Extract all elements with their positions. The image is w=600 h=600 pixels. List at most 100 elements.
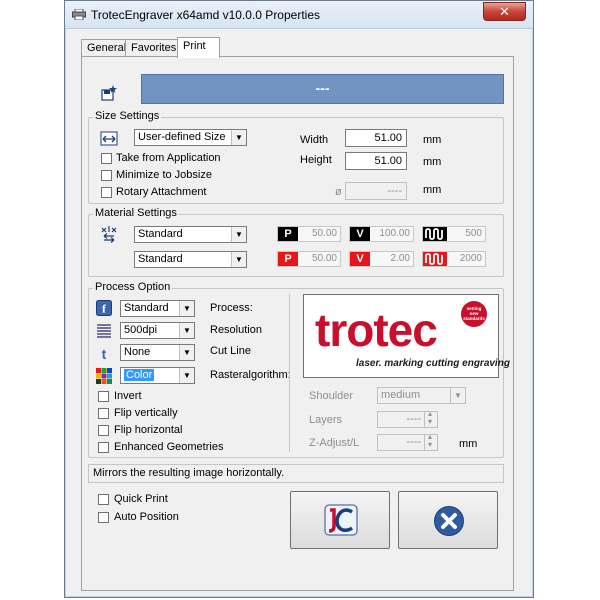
- cut-power-value: 50.00: [311, 253, 337, 264]
- spin-arrows-icon[interactable]: [424, 432, 437, 450]
- height-input[interactable]: 51.00: [345, 152, 407, 170]
- chevron-down-icon: ▼: [179, 323, 194, 338]
- material-select-1[interactable]: Standard ▼: [134, 226, 247, 243]
- cut-frequency-value: 2000: [459, 253, 482, 264]
- quick-print-label: Quick Print: [114, 493, 168, 505]
- engrave-speed-field[interactable]: V 100.00: [349, 226, 414, 242]
- raster-algorithm-value: Color: [124, 369, 155, 381]
- quick-print-checkbox[interactable]: [98, 494, 109, 505]
- invert-checkbox[interactable]: [98, 391, 109, 402]
- enhanced-geometries-checkbox[interactable]: [98, 442, 109, 453]
- minimize-to-jobsize-label: Minimize to Jobsize: [116, 169, 212, 181]
- auto-position-checkbox[interactable]: [98, 512, 109, 523]
- width-input[interactable]: 51.00: [345, 129, 407, 147]
- engrave-power-value: 50.00: [311, 228, 337, 239]
- cut-line-label: Cut Line: [210, 345, 251, 357]
- print-to-jobcontrol-button[interactable]: [290, 491, 390, 549]
- height-unit: mm: [423, 156, 442, 168]
- engrave-power-field[interactable]: P 50.00: [277, 226, 341, 242]
- material-select-1-value: Standard: [138, 228, 183, 240]
- chevron-down-icon: ▼: [231, 252, 246, 267]
- flip-vertically-checkbox[interactable]: [98, 408, 109, 419]
- take-from-application-checkbox[interactable]: [101, 153, 112, 164]
- cut-line-icon: t: [102, 346, 107, 361]
- close-button[interactable]: ✕: [483, 2, 526, 21]
- process-select[interactable]: Standard ▼: [120, 300, 195, 317]
- diameter-input[interactable]: ----: [345, 182, 407, 200]
- cut-power-badge: P: [278, 252, 298, 266]
- height-label: Height: [300, 154, 332, 166]
- logo-seal-text: setting new standards: [463, 306, 485, 321]
- jobcontrol-icon: [324, 504, 358, 536]
- cut-speed-field[interactable]: V 2.00: [349, 251, 414, 267]
- trotec-logo: trotec laser. marking cutting engraving …: [303, 294, 510, 378]
- tab-print[interactable]: Print: [177, 37, 220, 58]
- process-label: Process:: [210, 302, 253, 314]
- cut-speed-badge: V: [350, 252, 370, 266]
- job-add-icon[interactable]: [100, 84, 118, 102]
- window-title: TrotecEngraver x64amd v10.0.0 Properties: [91, 8, 321, 22]
- rotary-attachment-checkbox[interactable]: [101, 187, 112, 198]
- chevron-down-icon: ▼: [179, 301, 194, 316]
- resize-icon: [100, 131, 118, 146]
- take-from-application-label: Take from Application: [116, 152, 221, 164]
- flip-horizontal-checkbox[interactable]: [98, 425, 109, 436]
- cut-power-field[interactable]: P 50.00: [277, 251, 341, 267]
- layers-label: Layers: [309, 414, 343, 426]
- resolution-select-value: 500dpi: [124, 324, 158, 336]
- raster-algorithm-label: Rasteralgorithm:: [210, 369, 291, 381]
- chevron-down-icon: ▼: [450, 388, 465, 403]
- cancel-x-icon: [434, 506, 464, 536]
- status-help-text: Mirrors the resulting image horizontally…: [88, 464, 504, 483]
- frequency-wave-icon: [423, 252, 447, 266]
- job-name-banner: ---: [141, 74, 504, 104]
- logo-tagline: laser. marking cutting engraving: [356, 358, 510, 369]
- process-info-icon: f: [96, 300, 112, 316]
- zadjust-value: ----: [406, 436, 421, 448]
- chevron-down-icon: ▼: [231, 130, 246, 145]
- size-settings-title: Size Settings: [93, 110, 162, 122]
- logo-brand: trotec: [315, 304, 438, 356]
- process-select-value: Standard: [124, 302, 169, 314]
- color-grid-icon: [96, 368, 112, 384]
- spin-arrows-icon[interactable]: [424, 409, 437, 427]
- cancel-button[interactable]: [398, 491, 498, 549]
- shoulder-label: Shoulder: [309, 390, 354, 402]
- flip-horizontal-label: Flip horizontal: [114, 424, 183, 436]
- minimize-to-jobsize-checkbox[interactable]: [101, 170, 112, 181]
- material-select-2[interactable]: Standard ▼: [134, 251, 247, 268]
- material-settings-title: Material Settings: [93, 207, 179, 219]
- engrave-frequency-field[interactable]: 500: [422, 226, 486, 242]
- resolution-lines-icon: [97, 324, 111, 338]
- material-database-icon[interactable]: [100, 225, 118, 243]
- size-preset-value: User-defined Size: [138, 131, 226, 143]
- resolution-select[interactable]: 500dpi ▼: [120, 322, 195, 339]
- layers-stepper[interactable]: ----: [377, 409, 438, 428]
- size-preset-select[interactable]: User-defined Size ▼: [134, 129, 247, 146]
- title-bar[interactable]: TrotecEngraver x64amd v10.0.0 Properties…: [65, 1, 533, 29]
- engrave-power-badge: P: [278, 227, 298, 241]
- flip-vertically-label: Flip vertically: [114, 407, 178, 419]
- diameter-symbol: ø: [335, 186, 342, 198]
- shoulder-select-value: medium: [381, 389, 421, 401]
- cut-speed-value: 2.00: [390, 253, 410, 264]
- rotary-attachment-label: Rotary Attachment: [116, 186, 207, 198]
- cut-line-select[interactable]: None ▼: [120, 344, 195, 361]
- chevron-down-icon: ▼: [179, 368, 194, 383]
- diameter-unit: mm: [423, 184, 442, 196]
- frequency-wave-icon: [423, 227, 447, 241]
- chevron-down-icon: ▼: [179, 345, 194, 360]
- engrave-speed-badge: V: [350, 227, 370, 241]
- raster-algorithm-select[interactable]: Color ▼: [120, 367, 195, 384]
- svg-text:t: t: [102, 346, 107, 361]
- zadjust-stepper[interactable]: ----: [377, 432, 438, 451]
- cut-line-select-value: None: [124, 346, 151, 358]
- process-option-title: Process Option: [93, 281, 173, 293]
- enhanced-geometries-label: Enhanced Geometries: [114, 441, 224, 453]
- chevron-down-icon: ▼: [231, 227, 246, 242]
- tab-favorites[interactable]: Favorites: [125, 39, 178, 57]
- shoulder-select[interactable]: medium ▼: [377, 387, 466, 404]
- cut-frequency-field[interactable]: 2000: [422, 251, 486, 267]
- resolution-label: Resolution: [210, 324, 262, 336]
- tab-general[interactable]: General: [81, 39, 126, 57]
